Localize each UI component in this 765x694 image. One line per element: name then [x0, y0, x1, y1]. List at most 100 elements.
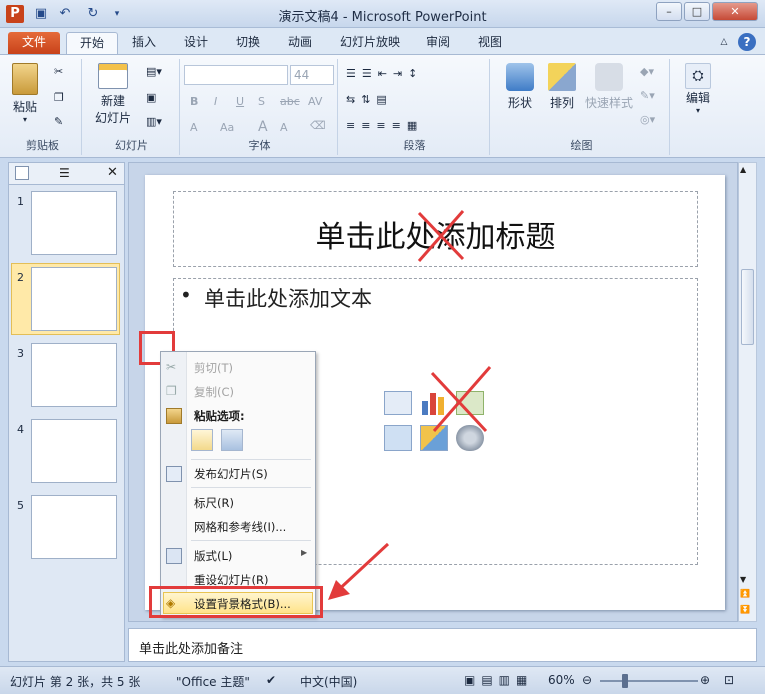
- slide-thumbnail-2[interactable]: [31, 267, 117, 331]
- tab-home[interactable]: 开始: [66, 32, 118, 54]
- menu-grid-guides[interactable]: 网格和参考线(I)...: [194, 519, 286, 535]
- menu-layout[interactable]: 版式(L): [194, 548, 232, 564]
- paste-icon: [12, 63, 38, 95]
- menu-cut[interactable]: 剪切(T): [194, 360, 233, 376]
- grow-font-button[interactable]: A: [258, 119, 268, 135]
- theme-name[interactable]: "Office 主题": [176, 673, 250, 690]
- context-menu: ✂ 剪切(T) ❐ 复制(C) 粘贴选项: 发布幻灯片(S) 标尺(R) 网格和…: [160, 351, 316, 617]
- outline-tab-icon[interactable]: ☰: [59, 166, 70, 180]
- scroll-down-icon[interactable]: ▼: [740, 575, 746, 584]
- scroll-up-icon[interactable]: ▲: [740, 165, 746, 174]
- tab-review[interactable]: 审阅: [418, 32, 458, 54]
- cut-icon: ✂: [166, 360, 177, 374]
- font-name-combo[interactable]: [184, 65, 288, 85]
- submenu-arrow-icon: ▶: [301, 548, 308, 557]
- quick-styles-icon: [595, 63, 623, 91]
- layout-icon[interactable]: ▤▾: [146, 65, 162, 78]
- bullet-icon: •: [180, 283, 192, 307]
- shapes-button[interactable]: 形状: [500, 63, 540, 111]
- close-button[interactable]: ✕: [712, 2, 758, 21]
- list-icons[interactable]: ☰☰⇤⇥↕: [346, 67, 423, 80]
- zoom-slider-thumb[interactable]: [622, 674, 628, 688]
- arrange-button[interactable]: 排列: [542, 63, 582, 111]
- slide-thumbnail-5[interactable]: [31, 495, 117, 559]
- arrange-label: 排列: [549, 96, 574, 110]
- menu-publish-slides[interactable]: 发布幻灯片(S): [194, 466, 268, 482]
- find-icon: ⛭: [685, 63, 711, 89]
- zoom-slider[interactable]: [600, 680, 698, 682]
- shadow-button[interactable]: S: [258, 95, 265, 108]
- shape-outline-icon[interactable]: ✎▾: [640, 89, 655, 102]
- paste-picture-icon[interactable]: [221, 429, 243, 451]
- section-icon[interactable]: ▥▾: [146, 115, 162, 128]
- close-pane-button[interactable]: ✕: [107, 165, 118, 180]
- slide-thumbnail-pane: ☰ ✕ 1 2 3 4 5: [8, 162, 125, 662]
- zoom-level[interactable]: 60%: [548, 673, 575, 687]
- font-size-combo[interactable]: 44: [290, 65, 334, 85]
- zoom-in-icon[interactable]: ⊕: [700, 673, 710, 687]
- format-painter-icon[interactable]: ✎: [54, 115, 63, 128]
- clipboard-group-label: 剪贴板: [26, 139, 59, 152]
- thumb-number: 3: [17, 347, 24, 360]
- minimize-button[interactable]: –: [656, 2, 682, 21]
- reset-icon[interactable]: ▣: [146, 91, 156, 104]
- strikethrough-button[interactable]: abc: [280, 95, 300, 108]
- shrink-font-button[interactable]: A: [280, 121, 288, 134]
- change-case-button[interactable]: Aa: [220, 121, 234, 134]
- tab-animations[interactable]: 动画: [280, 32, 320, 54]
- char-spacing-button[interactable]: AV: [308, 95, 322, 108]
- menu-copy[interactable]: 复制(C): [194, 384, 234, 400]
- new-slide-icon: [98, 63, 128, 89]
- shape-effects-icon[interactable]: ◎▾: [640, 113, 655, 126]
- slide-thumbnail-4[interactable]: [31, 419, 117, 483]
- menu-separator: [191, 540, 311, 541]
- menu-ruler[interactable]: 标尺(R): [194, 495, 234, 511]
- tab-view[interactable]: 视图: [470, 32, 510, 54]
- cut-icon[interactable]: ✂: [54, 65, 63, 78]
- tab-transitions[interactable]: 切换: [228, 32, 268, 54]
- drawing-group-label: 绘图: [570, 139, 593, 152]
- tab-design[interactable]: 设计: [176, 32, 216, 54]
- tab-insert[interactable]: 插入: [124, 32, 164, 54]
- shape-fill-icon[interactable]: ◆▾: [640, 65, 654, 78]
- quick-styles-label: 快速样式: [584, 96, 633, 110]
- paste-button[interactable]: 粘贴 ▾: [8, 63, 42, 124]
- insert-table-icon[interactable]: [384, 391, 412, 415]
- slide-thumbnail-1[interactable]: [31, 191, 117, 255]
- spellcheck-icon[interactable]: ✔: [266, 673, 276, 687]
- insert-picture-icon[interactable]: [384, 425, 412, 451]
- scroll-thumb[interactable]: [741, 269, 754, 345]
- next-slide-icon[interactable]: ⏬: [740, 605, 750, 614]
- language[interactable]: 中文(中国): [300, 673, 357, 690]
- tab-file[interactable]: 文件: [8, 32, 60, 54]
- ribbon-tabs: 文件 开始 插入 设计 切换 动画 幻灯片放映 审阅 视图 △ ?: [0, 28, 765, 54]
- italic-button[interactable]: I: [214, 95, 217, 108]
- align-icons[interactable]: ≡≡≡≡▦: [346, 119, 423, 132]
- vertical-scrollbar[interactable]: ▲ ▼ ⏫ ⏬: [738, 162, 757, 622]
- notes-pane[interactable]: 单击此处添加备注: [128, 628, 757, 662]
- slides-tab-icon[interactable]: [15, 166, 29, 180]
- direction-icons[interactable]: ⇆⇅▤: [346, 93, 393, 106]
- editing-label: 编辑: [685, 91, 710, 105]
- font-color-button[interactable]: A: [190, 121, 198, 134]
- underline-button[interactable]: U: [236, 95, 244, 108]
- collapse-ribbon-icon[interactable]: △: [716, 32, 732, 54]
- new-slide-button[interactable]: 新建 幻灯片: [90, 63, 136, 126]
- maximize-button[interactable]: □: [684, 2, 710, 21]
- zoom-out-icon[interactable]: ⊖: [582, 673, 592, 687]
- editing-button[interactable]: ⛭ 编辑 ▾: [678, 63, 718, 115]
- quick-styles-button[interactable]: 快速样式: [584, 63, 634, 111]
- help-icon[interactable]: ?: [738, 33, 756, 51]
- thumb-number: 1: [17, 195, 24, 208]
- bold-button[interactable]: B: [190, 95, 198, 108]
- thumb-number: 2: [17, 271, 24, 284]
- clear-format-icon[interactable]: ⌫: [310, 119, 326, 132]
- tab-slideshow[interactable]: 幻灯片放映: [332, 32, 408, 54]
- fit-to-window-icon[interactable]: ⊡: [724, 673, 734, 687]
- paste-keep-format-icon[interactable]: [191, 429, 213, 451]
- copy-icon[interactable]: ❐: [54, 91, 64, 104]
- view-buttons[interactable]: ▣▤▥▦: [464, 673, 533, 687]
- prev-slide-icon[interactable]: ⏫: [740, 589, 750, 598]
- thumb-number: 4: [17, 423, 24, 436]
- slide-thumbnail-3[interactable]: [31, 343, 117, 407]
